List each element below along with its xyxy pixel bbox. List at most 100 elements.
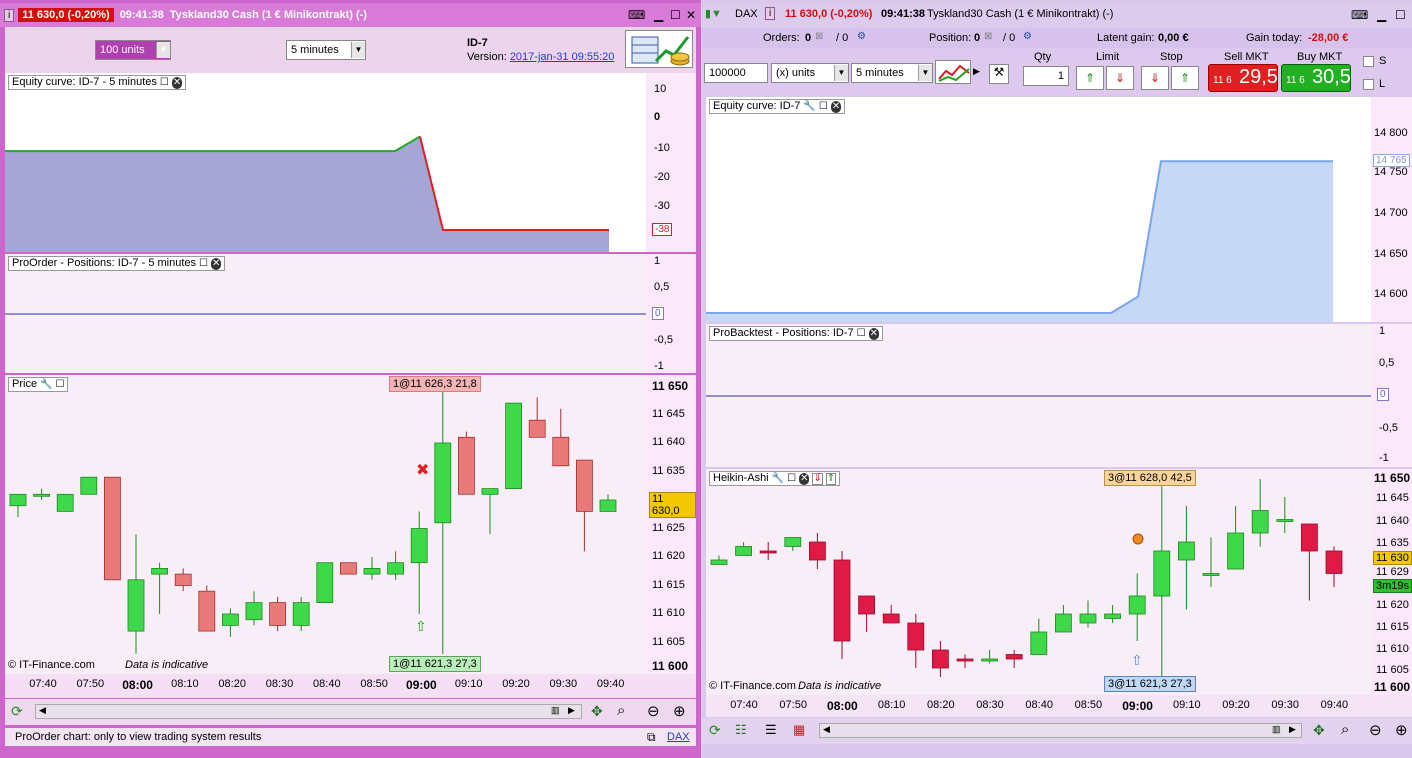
refresh-chart-icon[interactable]: ⟳ (709, 722, 721, 739)
ha-body (981, 658, 999, 662)
scroll-thumb[interactable]: ▥ (1272, 724, 1281, 735)
indicator-chart-icon[interactable] (935, 60, 971, 84)
chart-type-icon[interactable]: ▮▼ (705, 7, 722, 20)
limit-sell-icon[interactable]: ⇓ (1106, 66, 1134, 90)
right-ha-panel: ⇧ 11 650 11 645 11 640 11 635 11 630 11 … (706, 469, 1412, 695)
left-scrollbar[interactable]: ◀ ▥ ▶ (35, 704, 582, 719)
window-icon[interactable]: ☐ (199, 258, 208, 269)
indicators-icon[interactable]: ☷ (735, 722, 747, 738)
s-checkbox[interactable] (1363, 56, 1374, 67)
zoom-fit-icon[interactable]: ⌕ (617, 702, 625, 719)
wrench-icon[interactable]: 🔧 (40, 379, 52, 390)
ytick: 11 620 (652, 550, 685, 562)
panel-title: ProBacktest - Positions: ID-7 (713, 327, 854, 339)
minimize-icon[interactable]: ▁ (1377, 8, 1386, 22)
right-equity-panel: 14 800 14 750 14 700 14 650 14 600 14 76… (706, 97, 1412, 322)
sell-arrow-icon[interactable]: ⇓ (812, 472, 823, 485)
qty-input[interactable]: 1 (1023, 66, 1069, 86)
chevron-down-icon: ▼ (834, 65, 848, 81)
version-link[interactable]: 2017-jan-31 09:55:20 (510, 51, 615, 63)
window-icon[interactable]: ☐ (819, 101, 828, 112)
buy-arrow-icon[interactable]: ⇑ (825, 472, 837, 485)
close-position-icon[interactable]: ⊠ (984, 31, 992, 42)
zoom-in-icon[interactable]: ⊕ (673, 702, 686, 720)
window-icon[interactable]: ☐ (787, 473, 796, 484)
money-chart-icon[interactable] (625, 30, 693, 68)
close-icon[interactable]: ✕ (830, 100, 842, 113)
maximize-icon[interactable]: ☐ (1395, 8, 1406, 22)
timeframe-select[interactable]: 5 minutes ▼ (851, 63, 933, 83)
keyboard-icon[interactable]: ⌨ (628, 8, 645, 22)
ytick: 11 605 (1376, 664, 1409, 676)
candle-body (127, 579, 145, 632)
close-icon[interactable]: ✕ (799, 472, 810, 485)
zoom-out-icon[interactable]: ⊖ (647, 702, 660, 720)
wrench-icon[interactable]: ⚒ (989, 64, 1009, 84)
info-badge[interactable]: i (4, 8, 15, 22)
candle-body (9, 493, 27, 507)
orders-settings-icon[interactable]: ⚙ (857, 31, 866, 42)
l-checkbox[interactable] (1363, 79, 1374, 90)
play-icon[interactable]: ▶ (973, 66, 980, 77)
chart-link-icon[interactable]: ⧉ (647, 728, 656, 746)
window-icon[interactable]: ☐ (56, 379, 65, 390)
close-icon[interactable]: ✕ (210, 257, 222, 270)
scroll-right-icon[interactable]: ▶ (1289, 724, 1296, 735)
ytick: 0,5 (654, 281, 670, 293)
ytick: 11 615 (652, 579, 685, 591)
ytick: 0,5 (1379, 357, 1395, 369)
candle-body (198, 590, 216, 632)
keyboard-icon[interactable]: ⌨ (1351, 8, 1368, 22)
wrench-icon[interactable]: 🔧 (772, 473, 784, 484)
zoom-fit-icon[interactable]: ⌕ (1341, 721, 1349, 738)
ytick: 11 600 (1374, 680, 1411, 694)
stop-sell-icon[interactable]: ⇓ (1141, 66, 1169, 90)
scroll-thumb[interactable]: ▥ (551, 705, 560, 716)
ha-body (833, 559, 851, 642)
pan-icon[interactable]: ✥ (591, 703, 603, 720)
capital-input[interactable]: 100000 (704, 63, 768, 83)
maximize-icon[interactable]: ☐ (670, 8, 681, 22)
scroll-left-icon[interactable]: ◀ (823, 724, 830, 735)
xtick: 08:10 (877, 699, 906, 711)
candle-body (269, 602, 287, 626)
list-icon[interactable]: ☰ (765, 722, 777, 738)
ha-body (1079, 613, 1097, 624)
close-icon[interactable]: ✕ (686, 8, 696, 22)
minimize-icon[interactable]: ▁ (654, 8, 663, 22)
window-icon[interactable]: ☐ (857, 328, 866, 339)
pan-icon[interactable]: ✥ (1313, 722, 1325, 739)
candles-icon[interactable]: ▦ (793, 722, 805, 738)
zoom-out-icon[interactable]: ⊖ (1369, 721, 1382, 739)
close-icon[interactable]: ✕ (171, 76, 183, 89)
units-select[interactable]: (x) units ▼ (771, 63, 849, 83)
scroll-right-icon[interactable]: ▶ (568, 705, 575, 716)
buy-label: Buy MKT (1297, 51, 1343, 63)
limit-buy-icon[interactable]: ⇑ (1076, 66, 1104, 90)
ytick: -1 (654, 360, 664, 372)
last-price: 11 630,0 (-0,20%) (785, 8, 873, 20)
position-settings-icon[interactable]: ⚙ (1023, 31, 1032, 42)
cancel-orders-icon[interactable]: ⊠ (815, 31, 823, 42)
candle-body (316, 562, 334, 603)
timeframe-value: 5 minutes (856, 67, 904, 79)
buy-price-small: 11 6 (1286, 75, 1305, 86)
right-ha-plot: ⇧ (706, 469, 1371, 695)
scroll-left-icon[interactable]: ◀ (39, 705, 46, 716)
info-badge[interactable]: i (765, 7, 776, 20)
xtick: 07:40 (730, 699, 758, 711)
window-icon[interactable]: ☐ (160, 77, 169, 88)
sell-market-button[interactable]: 11 6 29,5 (1208, 64, 1278, 92)
units-select[interactable]: 100 units ▼ (95, 40, 171, 60)
right-time-axis: 07:40 07:50 08:00 08:10 08:20 08:30 08:40 08:50… (706, 695, 1412, 717)
buy-market-button[interactable]: 11 6 30,5 (1281, 64, 1351, 92)
dax-link[interactable]: DAX (667, 728, 690, 746)
candle-body (599, 499, 617, 512)
zoom-in-icon[interactable]: ⊕ (1395, 721, 1408, 739)
stop-buy-icon[interactable]: ⇑ (1171, 66, 1199, 90)
refresh-chart-icon[interactable]: ⟳ (11, 703, 23, 720)
close-icon[interactable]: ✕ (868, 327, 879, 340)
wrench-icon[interactable]: 🔧 (803, 101, 815, 112)
timeframe-select[interactable]: 5 minutes ▼ (286, 40, 366, 60)
right-scrollbar[interactable]: ◀ ▥ ▶ (819, 723, 1302, 738)
